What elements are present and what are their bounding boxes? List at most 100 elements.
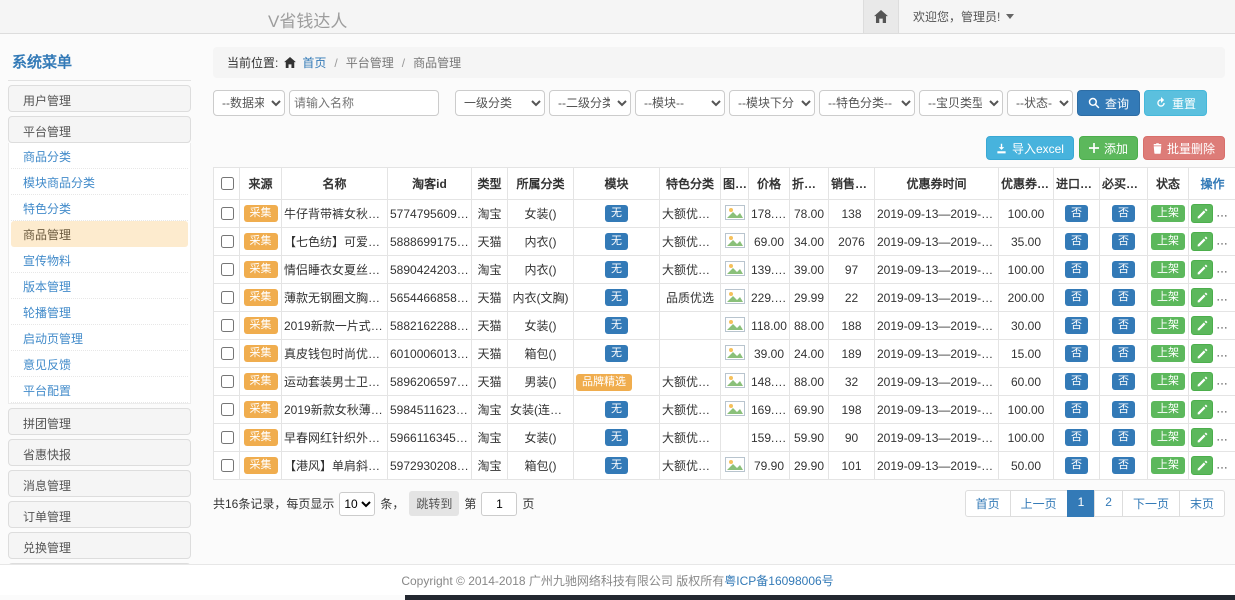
module-filter-select[interactable]: --模块-- — [635, 90, 725, 116]
sidebar: 系统菜单 用户管理平台管理商品分类模块商品分类特色分类商品管理宣传物料版本管理轮… — [8, 34, 191, 564]
column-header: 名称 — [282, 168, 388, 200]
edit-button[interactable] — [1191, 428, 1213, 447]
must-buy-toggle[interactable]: 否 — [1112, 289, 1135, 306]
sidebar-group-item[interactable]: 平台管理 — [8, 116, 191, 143]
import-select-toggle[interactable]: 否 — [1065, 317, 1088, 334]
edit-button[interactable] — [1191, 232, 1213, 251]
import-select-toggle[interactable]: 否 — [1065, 205, 1088, 222]
edit-button[interactable] — [1191, 400, 1213, 419]
sidebar-group-item[interactable]: 订单管理 — [8, 501, 191, 528]
search-button[interactable]: 查询 — [1077, 90, 1140, 116]
per-page-select[interactable]: 10 — [339, 492, 375, 516]
sidebar-group-item[interactable]: 兑换管理 — [8, 532, 191, 559]
page-button[interactable]: 首页 — [965, 490, 1011, 517]
jump-button[interactable]: 跳转到 — [409, 491, 459, 516]
row-checkbox[interactable] — [221, 235, 234, 248]
row-checkbox[interactable] — [221, 347, 234, 360]
status-toggle[interactable]: 上架 — [1151, 373, 1185, 390]
sidebar-item[interactable]: 特色分类 — [11, 195, 188, 221]
source-badge: 采集 — [244, 345, 278, 362]
status-filter-select[interactable]: --状态-- — [1007, 90, 1073, 116]
edit-button[interactable] — [1191, 260, 1213, 279]
must-buy-toggle[interactable]: 否 — [1112, 373, 1135, 390]
status-toggle[interactable]: 上架 — [1151, 289, 1185, 306]
home-button[interactable] — [863, 0, 899, 33]
import-select-toggle[interactable]: 否 — [1065, 457, 1088, 474]
status-toggle[interactable]: 上架 — [1151, 345, 1185, 362]
edit-button[interactable] — [1191, 288, 1213, 307]
import-select-toggle[interactable]: 否 — [1065, 261, 1088, 278]
row-checkbox[interactable] — [221, 319, 234, 332]
sidebar-item[interactable]: 模块商品分类 — [11, 169, 188, 195]
must-buy-toggle[interactable]: 否 — [1112, 457, 1135, 474]
sidebar-item[interactable]: 宣传物料 — [11, 247, 188, 273]
sidebar-item[interactable]: 意见反馈 — [11, 351, 188, 377]
page-button[interactable]: 下一页 — [1122, 490, 1180, 517]
must-buy-toggle[interactable]: 否 — [1112, 317, 1135, 334]
row-checkbox[interactable] — [221, 459, 234, 472]
sidebar-item[interactable]: 商品分类 — [11, 143, 188, 169]
row-checkbox[interactable] — [221, 207, 234, 220]
import-select-toggle[interactable]: 否 — [1065, 429, 1088, 446]
sidebar-item-active[interactable]: 商品管理 — [11, 221, 188, 247]
status-toggle[interactable]: 上架 — [1151, 401, 1185, 418]
must-buy-toggle[interactable]: 否 — [1112, 233, 1135, 250]
must-buy-toggle[interactable]: 否 — [1112, 261, 1135, 278]
edit-button[interactable] — [1191, 344, 1213, 363]
category2-filter-select[interactable]: --二级分类-- — [549, 90, 631, 116]
page-button[interactable]: 末页 — [1179, 490, 1225, 517]
jump-page-input[interactable] — [481, 492, 517, 516]
sidebar-group-item[interactable]: 省惠快报 — [8, 439, 191, 466]
import-select-toggle[interactable]: 否 — [1065, 289, 1088, 306]
import-excel-button[interactable]: 导入excel — [986, 136, 1074, 160]
sidebar-group-item[interactable]: 消息管理 — [8, 470, 191, 497]
module-sub-filter-select[interactable]: --模块下分类-- — [729, 90, 815, 116]
page-button[interactable]: 2 — [1094, 490, 1123, 517]
select-all-checkbox[interactable] — [221, 177, 234, 190]
row-checkbox[interactable] — [221, 375, 234, 388]
row-checkbox[interactable] — [221, 403, 234, 416]
trash-icon — [1153, 143, 1162, 154]
status-toggle[interactable]: 上架 — [1151, 205, 1185, 222]
category1-filter-select[interactable]: 一级分类 — [455, 90, 545, 116]
name-search-input[interactable] — [289, 90, 439, 116]
sidebar-group-item[interactable]: 拼团管理 — [8, 408, 191, 435]
must-buy-toggle[interactable]: 否 — [1112, 205, 1135, 222]
status-toggle[interactable]: 上架 — [1151, 429, 1185, 446]
import-select-toggle[interactable]: 否 — [1065, 401, 1088, 418]
edit-button[interactable] — [1191, 372, 1213, 391]
sidebar-item[interactable]: 平台配置 — [11, 377, 188, 403]
row-checkbox[interactable] — [221, 431, 234, 444]
sidebar-item[interactable]: 启动页管理 — [11, 325, 188, 351]
breadcrumb-home-link[interactable]: 首页 — [302, 54, 326, 71]
batch-delete-button[interactable]: 批量删除 — [1143, 136, 1225, 160]
status-toggle[interactable]: 上架 — [1151, 261, 1185, 278]
must-buy-toggle[interactable]: 否 — [1112, 429, 1135, 446]
page-button[interactable]: 1 — [1067, 490, 1096, 517]
row-checkbox[interactable] — [221, 263, 234, 276]
sidebar-item[interactable]: 版本管理 — [11, 273, 188, 299]
sidebar-group-item[interactable]: 用户管理 — [8, 85, 191, 112]
reset-button[interactable]: 重置 — [1144, 90, 1207, 116]
status-toggle[interactable]: 上架 — [1151, 317, 1185, 334]
must-buy-toggle[interactable]: 否 — [1112, 401, 1135, 418]
sidebar-item[interactable]: 轮播管理 — [11, 299, 188, 325]
user-menu[interactable]: 欢迎您，管理员! — [899, 0, 1028, 33]
feature-filter-select[interactable]: --特色分类-- — [819, 90, 915, 116]
edit-button[interactable] — [1191, 204, 1213, 223]
import-select-toggle[interactable]: 否 — [1065, 233, 1088, 250]
status-toggle[interactable]: 上架 — [1151, 233, 1185, 250]
source-filter-select[interactable]: --数据来源-- — [213, 90, 285, 116]
import-select-toggle[interactable]: 否 — [1065, 345, 1088, 362]
icp-link[interactable]: 粤ICP备16098006号 — [724, 572, 833, 589]
add-button[interactable]: 添加 — [1079, 136, 1138, 160]
item-type-filter-select[interactable]: --宝贝类型-- — [919, 90, 1003, 116]
import-select-toggle[interactable]: 否 — [1065, 373, 1088, 390]
edit-button[interactable] — [1191, 316, 1213, 335]
must-buy-toggle[interactable]: 否 — [1112, 345, 1135, 362]
module-badge: 品牌精选 — [576, 374, 632, 391]
row-checkbox[interactable] — [221, 291, 234, 304]
status-toggle[interactable]: 上架 — [1151, 457, 1185, 474]
page-button[interactable]: 上一页 — [1010, 490, 1068, 517]
edit-button[interactable] — [1191, 456, 1213, 475]
